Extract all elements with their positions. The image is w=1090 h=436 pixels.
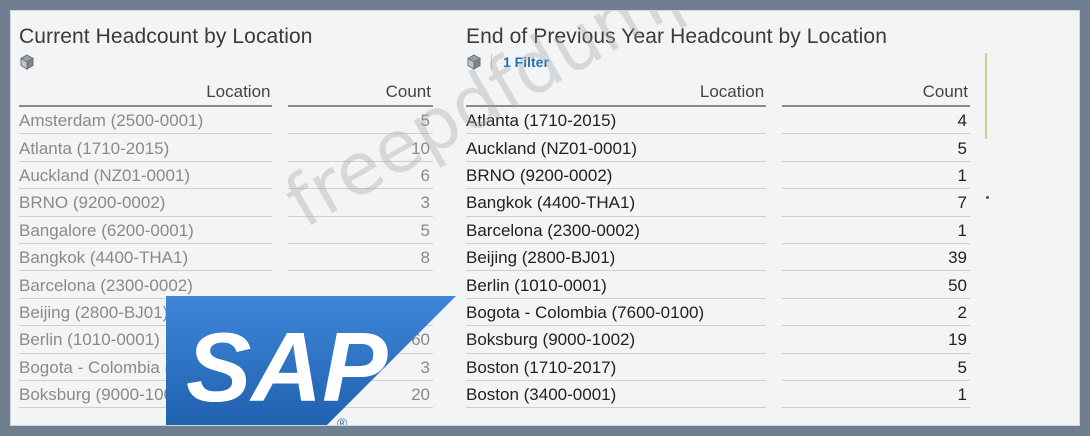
count-cell[interactable]: 5 [288, 217, 433, 244]
location-cell[interactable]: Beijing (2800-BJ01) [466, 244, 767, 272]
table-row[interactable]: Amsterdam (2500-0001) 5 [19, 107, 433, 135]
count-cell[interactable]: 4 [782, 107, 970, 135]
location-cell[interactable]: Boston (3400-0001) [466, 381, 767, 409]
table-row[interactable]: Boksburg (9000-1002) 19 [466, 326, 970, 354]
table-row[interactable]: Boston (1710-2017) 5 [466, 354, 970, 381]
resize-dot [986, 196, 989, 199]
count-cell[interactable]: 19 [782, 326, 970, 354]
location-cell[interactable]: Boksburg (9000-1002) [466, 326, 767, 354]
table-row[interactable]: BRNO (9200-0002) 3 [19, 189, 433, 217]
table-row[interactable]: Bangkok (4400-THA1) 7 [466, 189, 970, 217]
registered-mark: ® [337, 415, 348, 426]
previous-year-headcount-widget[interactable]: End of Previous Year Headcount by Locati… [466, 25, 986, 409]
location-cell[interactable]: Bangkok (4400-THA1) [466, 189, 767, 217]
count-cell[interactable]: 50 [782, 271, 970, 299]
location-cell[interactable]: Bangalore (6200-0001) [19, 217, 273, 244]
table-row[interactable]: Barcelona (2300-0002) [19, 271, 433, 299]
location-cell[interactable]: Bangkok (4400-THA1) [19, 244, 273, 272]
count-cell[interactable]: 5 [782, 354, 970, 381]
widget-title: End of Previous Year Headcount by Locati… [466, 25, 887, 48]
model-cube-icon[interactable] [19, 54, 35, 70]
count-cell[interactable]: 1 [782, 217, 970, 244]
filter-link[interactable]: 1 Filter [503, 54, 549, 70]
count-cell[interactable]: 1 [782, 162, 970, 190]
table-row[interactable]: Atlanta (1710-2015) 4 [466, 107, 970, 135]
location-cell[interactable]: Bogota - Colombia (7600-0100) [466, 299, 767, 327]
table-row[interactable]: Berlin (1010-0001) 50 [466, 271, 970, 299]
location-cell[interactable]: Atlanta (1710-2015) [466, 107, 767, 135]
count-cell[interactable]: 8 [288, 244, 433, 272]
column-header-location[interactable]: Location [19, 81, 273, 107]
table-row[interactable]: Auckland (NZ01-0001) 6 [19, 162, 433, 190]
count-cell[interactable] [288, 271, 433, 299]
location-cell[interactable]: Auckland (NZ01-0001) [466, 134, 767, 162]
toolbar-divider [491, 54, 492, 70]
location-cell[interactable]: BRNO (9200-0002) [19, 189, 273, 217]
location-cell[interactable]: Boston (1710-2017) [466, 354, 767, 381]
count-cell[interactable]: 5 [782, 134, 970, 162]
location-cell[interactable]: Barcelona (2300-0002) [19, 271, 273, 299]
table-row[interactable]: Auckland (NZ01-0001) 5 [466, 134, 970, 162]
table-row[interactable]: Barcelona (2300-0002) 1 [466, 217, 970, 244]
table-row[interactable]: Beijing (2800-BJ01) 39 [466, 244, 970, 272]
count-cell[interactable]: 39 [782, 244, 970, 272]
headcount-table: Location Count Atlanta (1710-2015) 4 Auckl… [450, 81, 986, 409]
count-cell[interactable]: 6 [288, 162, 433, 190]
table-row[interactable]: Bangkok (4400-THA1) 8 [19, 244, 433, 272]
count-cell[interactable]: 7 [782, 189, 970, 217]
widget-toolbar: 1 Filter [466, 51, 986, 73]
location-cell[interactable]: Atlanta (1710-2015) [19, 134, 273, 162]
location-cell[interactable]: Berlin (1010-0001) [466, 271, 767, 299]
count-cell[interactable]: 5 [288, 107, 433, 135]
location-cell[interactable]: BRNO (9200-0002) [466, 162, 767, 190]
location-cell[interactable]: Barcelona (2300-0002) [466, 217, 767, 244]
column-header-count[interactable]: Count [288, 81, 433, 107]
location-cell[interactable]: Auckland (NZ01-0001) [19, 162, 273, 190]
vertical-scrollbar[interactable] [985, 53, 987, 139]
sap-logo-text: SAP [186, 312, 388, 422]
count-cell[interactable]: 2 [782, 299, 970, 327]
model-cube-icon[interactable] [466, 54, 482, 70]
table-row[interactable]: Bangalore (6200-0001) 5 [19, 217, 433, 244]
column-header-location[interactable]: Location [466, 81, 767, 107]
widget-title: Current Headcount by Location [19, 25, 313, 48]
dashboard-frame: Current Headcount by Location Location C… [10, 10, 1080, 426]
table-row[interactable]: Boston (3400-0001) 1 [466, 381, 970, 409]
count-cell[interactable]: 10 [288, 134, 433, 162]
sap-logo: SAP [166, 296, 456, 425]
column-header-count[interactable]: Count [782, 81, 970, 107]
location-cell[interactable]: Amsterdam (2500-0001) [19, 107, 273, 135]
count-cell[interactable]: 1 [782, 381, 970, 409]
table-row[interactable]: Atlanta (1710-2015) 10 [19, 134, 433, 162]
count-cell[interactable]: 3 [288, 189, 433, 217]
table-row[interactable]: Bogota - Colombia (7600-0100) 2 [466, 299, 970, 327]
widget-toolbar [19, 51, 449, 73]
table-row[interactable]: BRNO (9200-0002) 1 [466, 162, 970, 190]
